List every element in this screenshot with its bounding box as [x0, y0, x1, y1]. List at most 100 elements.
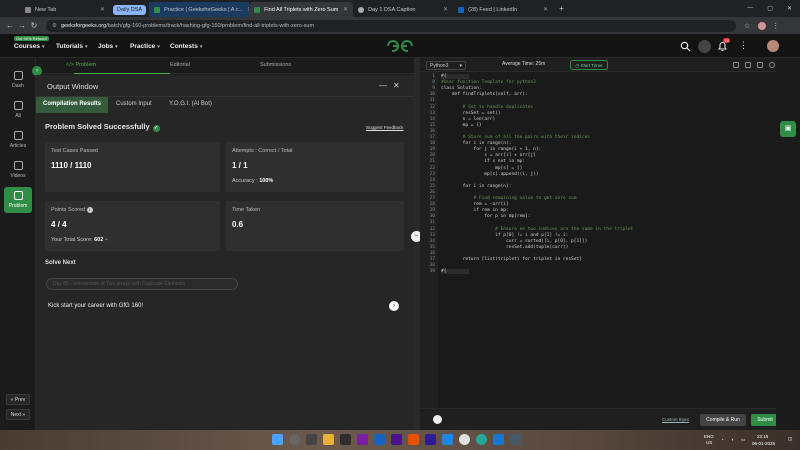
close-window-icon[interactable]: ✕ — [787, 5, 792, 12]
browser-tab-caption[interactable]: Day 1 DSA Caption ✕ — [353, 2, 453, 17]
bookmark-star-icon[interactable]: ☆ — [744, 22, 750, 30]
code-line[interactable]: resSet.add(tuple(curr)) — [441, 245, 568, 250]
code-line[interactable]: # Set to handle duplicates — [441, 105, 533, 110]
subtab-custom-input[interactable]: Custom Input — [116, 101, 152, 113]
sidebar-item-videos[interactable]: Videos — [4, 157, 32, 183]
task-view-icon[interactable] — [306, 434, 317, 445]
code-line[interactable]: # Store sum of all the pairs with their … — [441, 135, 590, 140]
back-icon[interactable]: ← — [4, 21, 16, 30]
after-effects-icon[interactable] — [425, 434, 436, 445]
photoshop-icon[interactable] — [374, 434, 385, 445]
nav-contests[interactable]: Contests ▾ — [170, 43, 202, 50]
code-line[interactable]: class Solution: — [441, 86, 482, 91]
input-language[interactable]: ENG — [704, 434, 714, 439]
code-line[interactable]: #{ — [441, 74, 469, 79]
app-icon[interactable] — [340, 434, 351, 445]
sidebar-item-all[interactable]: All — [4, 97, 32, 123]
subtab-yogi-ai-bot[interactable]: Y.O.G.I. (AI Bot) — [169, 101, 212, 113]
whatsapp-icon[interactable] — [476, 434, 487, 445]
code-line[interactable]: # Find remaining value to get zero sum — [441, 196, 577, 201]
battery-icon[interactable]: ▭ — [741, 437, 745, 443]
url-input[interactable]: ⚙ geeksforgeeks.org/batch/gfg-160-proble… — [46, 19, 736, 32]
minimize-window-icon[interactable]: — — [747, 5, 753, 12]
browser-tab-new[interactable]: New Tab ✕ — [20, 2, 110, 17]
next-button[interactable]: Next » — [6, 409, 30, 420]
file-explorer-icon[interactable] — [323, 434, 334, 445]
minimize-icon[interactable]: — — [379, 81, 387, 90]
browser-tab-active[interactable]: Find All Triplets with Zero Sum ✕ — [249, 2, 354, 17]
notifications-icon[interactable]: ◫ — [788, 436, 792, 442]
code-line[interactable]: mp = {} — [441, 123, 482, 128]
code-line[interactable]: for i in range(n): — [441, 141, 512, 146]
code-line[interactable]: resSet = set() — [441, 111, 501, 116]
new-tab-icon[interactable]: + — [559, 4, 564, 13]
maximize-window-icon[interactable]: ▢ — [767, 5, 773, 12]
sidebar-item-articles[interactable]: Articles — [4, 127, 32, 153]
vscode-icon[interactable] — [442, 434, 453, 445]
code-line[interactable]: # Ensure no two indices are the same in … — [441, 227, 633, 232]
tab-editorial[interactable]: Editorial — [170, 62, 190, 68]
code-editor[interactable]: 1 8 9 10 11 12 13 14 15 16 17 18 19 20 21 22 23 24 25 26 27 2… — [420, 72, 776, 408]
code-line[interactable]: def findTriplets(self, arr): — [441, 92, 528, 97]
code-line[interactable]: for j in range(i + 1, n): — [441, 147, 542, 152]
start-icon[interactable] — [272, 434, 283, 445]
code-line[interactable]: mp[s].append((i, j)) — [441, 172, 538, 177]
nav-courses[interactable]: Courses ▾ — [14, 43, 45, 50]
tab-close-icon[interactable]: ✕ — [339, 6, 348, 13]
forward-icon[interactable]: → — [16, 21, 28, 30]
search-icon[interactable] — [680, 41, 691, 52]
reload-icon[interactable]: ↻ — [28, 21, 40, 30]
volume-icon[interactable]: ◖ — [731, 437, 734, 442]
tab-problem[interactable]: </> Problem — [66, 62, 96, 68]
compile-run-button[interactable]: Compile & Run — [700, 414, 746, 426]
code-line[interactable]: if s not in mp: — [441, 159, 525, 164]
reset-icon[interactable] — [745, 62, 751, 68]
code-line[interactable]: #User function Template for python3 — [441, 80, 536, 85]
input-region[interactable]: US — [706, 440, 712, 445]
illustrator-icon[interactable] — [408, 434, 419, 445]
subtab-compilation-results[interactable]: Compilation Results — [43, 101, 101, 113]
suggest-feedback-link[interactable]: Suggest Feedback — [366, 125, 404, 130]
tab-close-icon[interactable]: ✕ — [539, 6, 548, 13]
nav-tutorials[interactable]: Tutorials ▾ — [56, 43, 87, 50]
language-select[interactable]: Python3 ▾ — [426, 61, 466, 70]
app-icon[interactable] — [510, 434, 521, 445]
profile-avatar[interactable] — [758, 21, 767, 30]
chat-icon[interactable]: ▣ — [780, 121, 796, 137]
search-icon[interactable] — [289, 434, 300, 445]
chrome-icon[interactable] — [459, 434, 470, 445]
edge-icon[interactable] — [493, 434, 504, 445]
code-line[interactable]: for p in mp[rem]: — [441, 214, 530, 219]
code-line[interactable]: #{ — [441, 269, 469, 275]
clock-date[interactable]: 06-01-2025 — [752, 441, 775, 446]
code-line[interactable]: if rem in mp: — [441, 208, 509, 213]
submit-button[interactable]: Submit — [751, 414, 779, 426]
custom-input-link[interactable]: Custom Input — [662, 417, 689, 422]
code-line[interactable]: mp[s] = [] — [441, 166, 522, 171]
site-info-icon[interactable]: ⚙ — [52, 23, 57, 29]
nav-practice[interactable]: Practice ▾ — [130, 43, 160, 50]
copy-icon[interactable] — [733, 62, 739, 68]
code-line[interactable]: return [list(triplet) for triplet in res… — [441, 257, 582, 262]
apps-grid-icon[interactable]: ⋮ — [739, 40, 750, 51]
prev-button[interactable]: « Prev — [6, 394, 30, 405]
settings-icon[interactable] — [769, 62, 775, 68]
code-line[interactable]: curr = sorted([i, p[0], p[1]]) — [441, 239, 587, 244]
browser-tab-linkedin[interactable]: (28) Feed | LinkedIn ✕ — [453, 2, 553, 17]
gear-icon[interactable] — [433, 415, 442, 424]
code-line[interactable]: n = len(arr) — [441, 117, 496, 122]
tab-close-icon[interactable]: ✕ — [439, 6, 448, 13]
code-line[interactable]: s = arr[i] + arr[j] — [441, 153, 535, 158]
user-avatar[interactable] — [767, 40, 779, 52]
premiere-icon[interactable] — [357, 434, 368, 445]
nav-jobs[interactable]: Jobs ▾ — [98, 43, 118, 50]
next-problem-chip[interactable]: Day 86 - Intersection of Two arrays with… — [46, 278, 238, 290]
start-timer-button[interactable]: ◷ Start Timer — [570, 60, 608, 70]
code-line[interactable]: if p[0] != i and p[1] != i: — [441, 233, 568, 238]
gfg-logo-icon[interactable] — [386, 39, 414, 53]
tab-submissions[interactable]: Submissions — [260, 62, 291, 68]
theme-toggle-icon[interactable] — [698, 40, 711, 53]
arrow-right-icon[interactable]: › — [389, 301, 399, 311]
sidebar-item-dash[interactable]: Dash — [4, 67, 32, 93]
fullscreen-icon[interactable] — [757, 62, 763, 68]
